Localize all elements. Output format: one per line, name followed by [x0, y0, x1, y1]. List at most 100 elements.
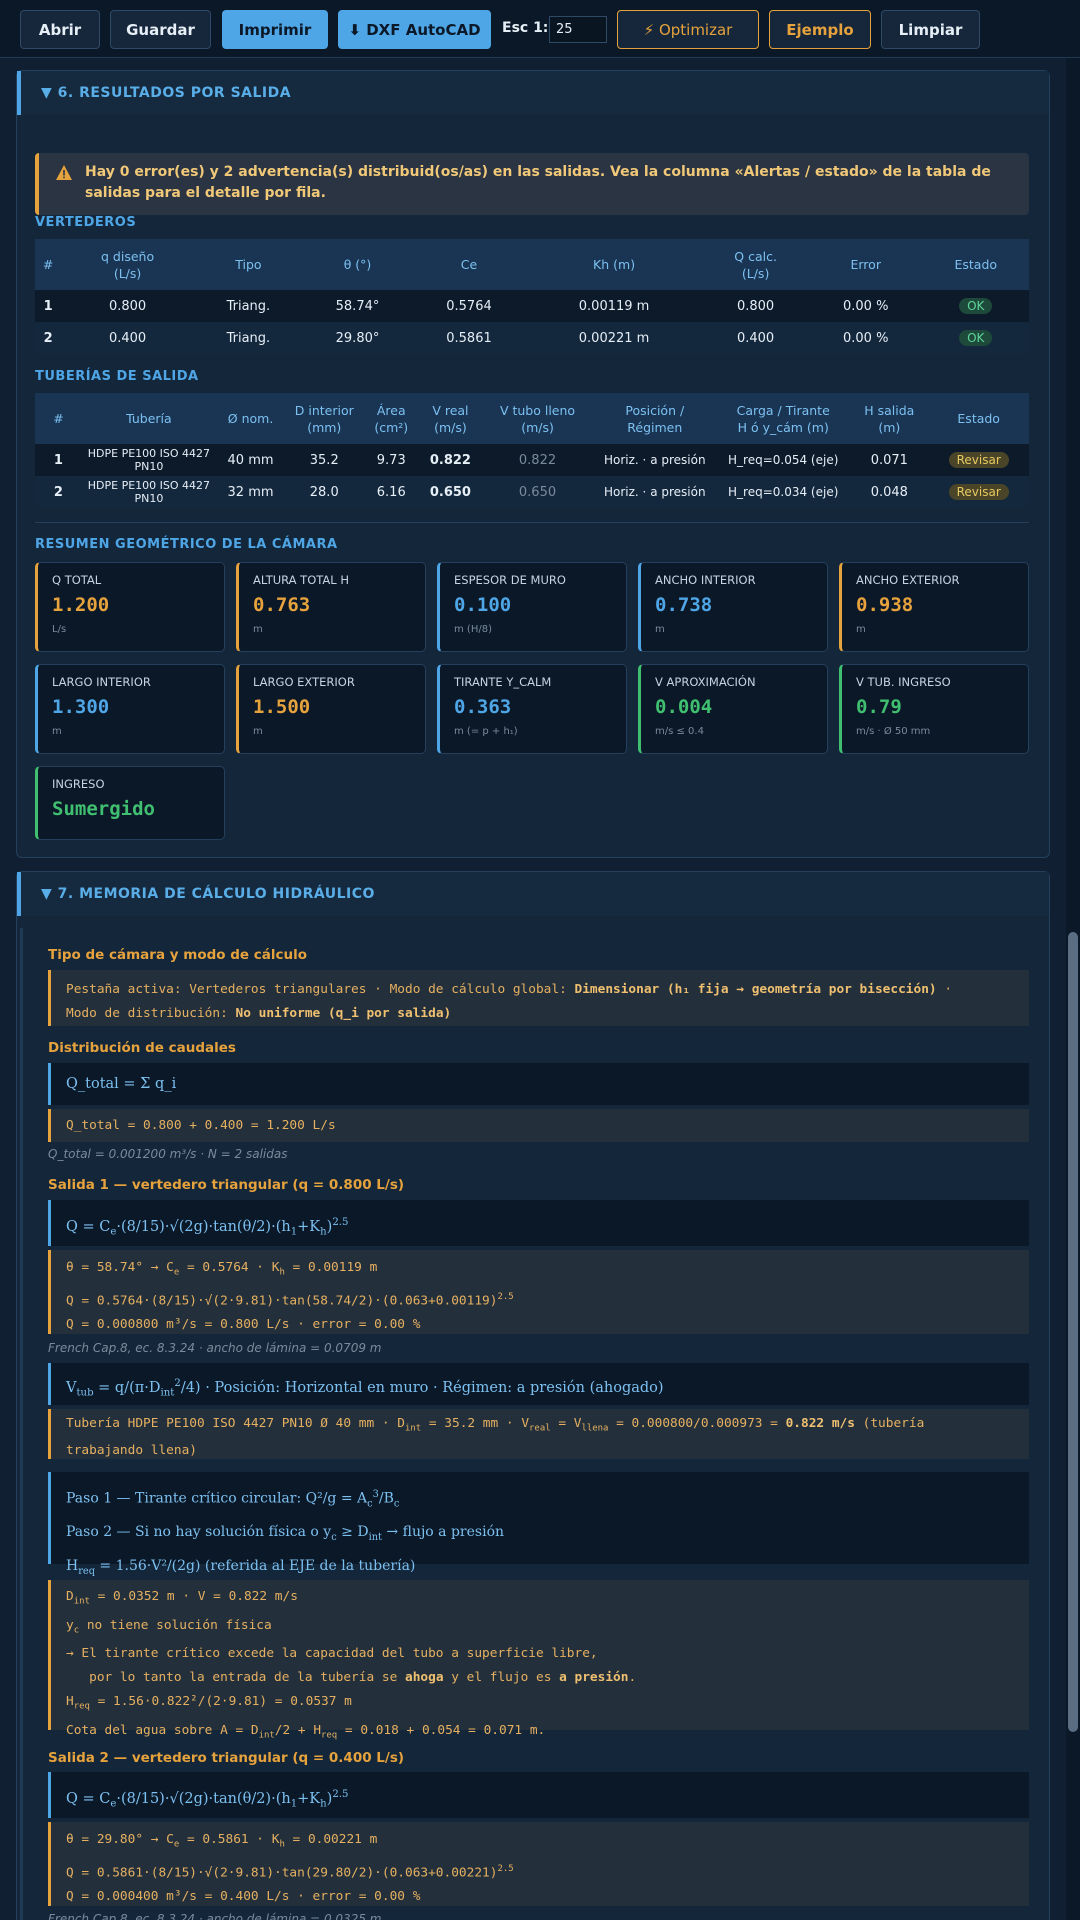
step2b: ≥ D [336, 1524, 369, 1541]
status-badge: OK [959, 298, 993, 314]
d-line4d: a presión [559, 1670, 629, 1686]
table-cell: 1 [35, 290, 62, 322]
w1-line1b: = 0.5764 · K [179, 1260, 280, 1275]
scrollbar-thumb[interactable] [1068, 932, 1078, 1732]
table-cell: 28.0 [285, 476, 364, 508]
card-unit: m [856, 624, 866, 635]
table-cell: 0.822 [419, 444, 482, 476]
card-value: 0.79 [856, 696, 902, 718]
table-cell: 40 mm [215, 444, 286, 476]
geometry-section-title: RESUMEN GEOMÉTRICO DE LA CÁMARA [35, 537, 338, 552]
weirs-header-cell: Estado [922, 239, 1029, 290]
card-label: Q TOTAL [52, 573, 102, 587]
pipes-table: # Tubería Ø nom. D interior (mm) Área (cm²) V… [35, 393, 1029, 508]
clear-button[interactable]: Limpiar [881, 10, 980, 49]
vtub-desc: · Posición: Horizontal en muro · Régimen… [200, 1379, 664, 1396]
dist-text: Modo de distribución: [66, 1006, 236, 1021]
table-cell: 0.800 [702, 290, 809, 322]
w2-line1a: θ = 29.80° → C [66, 1832, 174, 1847]
vtub-e: 0.822 m/s [785, 1416, 855, 1431]
note-weir1: French Cap.8, ec. 8.3.24 · ancho de lámi… [48, 1341, 382, 1355]
table-cell: 0.822 [481, 444, 594, 476]
pipes-header-cell: Área (cm²) [363, 393, 420, 444]
w2-line1c: = 0.00221 m [284, 1832, 378, 1847]
card-unit: m [253, 726, 263, 737]
table-cell: 2 [35, 322, 62, 354]
table-cell: 29.80° [302, 322, 413, 354]
d-line1: = 0.0352 m · V = 0.822 m/s [89, 1589, 298, 1604]
card-value: Sumergido [52, 798, 155, 820]
print-button[interactable]: Imprimir [222, 10, 328, 49]
pipes-section-title: TUBERÍAS DE SALIDA [35, 369, 199, 384]
d-line6c: = 0.018 + 0.054 = 0.071 m. [337, 1722, 546, 1738]
card-unit: m (H/8) [454, 624, 492, 635]
memo-title-mode: Tipo de cámara y modo de cálculo [48, 947, 308, 963]
mode-sep: · [936, 982, 953, 997]
status-badge: OK [959, 330, 993, 346]
pipes-header-cell: V tubo lleno (m/s) [481, 393, 594, 444]
card-unit: m/s ≤ 0.4 [655, 726, 704, 737]
table-cell: Triang. [193, 290, 303, 322]
summary-card: TIRANTE Y_CALM 0.363 m (= p + h₁) [437, 664, 627, 754]
card-value: 0.363 [454, 696, 512, 718]
status-badge: Revisar [948, 452, 1009, 468]
table-cell: 0.5764 [412, 290, 526, 322]
pipes-header-cell: Posición / Régimen [593, 393, 717, 444]
card-label: LARGO INTERIOR [52, 675, 151, 689]
w1-line2: Q = 0.5764·(8/15)·√(2·9.81)·tan(58.74/2)… [66, 1292, 498, 1308]
table-row: 1 HDPE PE100 ISO 4427 PN10 40 mm 35.2 9.73 0.… [35, 444, 1029, 476]
table-cell: 0.400 [61, 322, 194, 354]
d-line3: → El tirante crítico excede la capacidad… [66, 1646, 598, 1662]
card-label: INGRESO [52, 777, 105, 791]
pipes-header-cell: V real (m/s) [419, 393, 482, 444]
card-unit: m [52, 726, 62, 737]
d-line4a: por lo tanto la entrada de la tubería se [66, 1670, 405, 1686]
card-value: 1.300 [52, 696, 110, 718]
summary-card: Q TOTAL 1.200 L/s [35, 562, 225, 652]
scale-input[interactable]: 25 [549, 16, 607, 43]
table-cell: 58.74° [302, 290, 413, 322]
open-button[interactable]: Abrir [20, 10, 100, 49]
formula-weir1: Q = Ce·(8/15)·√(2g)·tan(θ/2)·(h1+Kh)2.5 [48, 1200, 1029, 1246]
card-value: 1.500 [253, 696, 311, 718]
section-6-header[interactable]: ▼ 6. RESULTADOS POR SALIDA [17, 71, 1049, 115]
formula-vtub: Vtub = q/(π·Dint2/4) · Posición: Horizon… [48, 1363, 1029, 1405]
calc-vtub: Tubería HDPE PE100 ISO 4427 PN10 Ø 40 mm… [48, 1409, 1029, 1459]
mode-text: Pestaña activa: Vertederos triangulares … [66, 982, 575, 997]
card-unit: m [253, 624, 263, 635]
pipes-header-cell: Tubería [81, 393, 216, 444]
d-line4c: y el flujo es [443, 1670, 560, 1686]
save-button[interactable]: Guardar [110, 10, 211, 49]
summary-card: ANCHO EXTERIOR 0.938 m [839, 562, 1029, 652]
table-cell: 0.00 % [808, 322, 923, 354]
table-cell: 0.00 % [808, 290, 923, 322]
table-cell: HDPE PE100 ISO 4427 PN10 [81, 444, 216, 476]
card-value: 0.763 [253, 594, 311, 616]
card-value: 0.938 [856, 594, 914, 616]
weirs-header-cell: q diseño (L/s) [61, 239, 194, 290]
section-7-header[interactable]: ▼ 7. MEMORIA DE CÁLCULO HIDRÁULICO [17, 872, 1049, 916]
formula-weir2: Q = Ce·(8/15)·√(2g)·tan(θ/2)·(h1+Kh)2.5 [48, 1772, 1029, 1818]
table-cell: 0.650 [419, 476, 482, 508]
note-weir2: French Cap.8, ec. 8.3.24 · ancho de lámi… [48, 1912, 382, 1920]
weirs-header-cell: Kh (m) [525, 239, 703, 290]
summary-card: ANCHO INTERIOR 0.738 m [638, 562, 828, 652]
memo-title-dist: Distribución de caudales [48, 1040, 236, 1056]
optimize-button[interactable]: ⚡ Optimizar [617, 10, 759, 49]
table-cell: 32 mm [215, 476, 286, 508]
table-cell: 1 [35, 444, 82, 476]
table-cell: OK [922, 290, 1029, 322]
vtub-d: = 0.000800/0.000973 = [608, 1416, 786, 1431]
weirs-header-cell: θ (°) [302, 239, 413, 290]
results-panel: ▼ 6. RESULTADOS POR SALIDA Hay 0 error(e… [16, 70, 1050, 858]
table-row: 2 HDPE PE100 ISO 4427 PN10 32 mm 28.0 6.16 0.… [35, 476, 1029, 508]
dxf-export-button[interactable]: ⬇ DXF AutoCAD [338, 10, 491, 49]
divider [35, 522, 1029, 523]
example-button[interactable]: Ejemplo [769, 10, 871, 49]
pipes-header-cell: Estado [928, 393, 1029, 444]
weirs-header-cell: Tipo [193, 239, 303, 290]
table-row: 2 0.400 Triang. 29.80° 0.5861 0.00221 m 0.400 0… [35, 322, 1029, 354]
summary-card: V APROXIMACIÓN 0.004 m/s ≤ 0.4 [638, 664, 828, 754]
scale-label: Esc 1: [502, 20, 549, 36]
table-cell: 0.071 [850, 444, 929, 476]
